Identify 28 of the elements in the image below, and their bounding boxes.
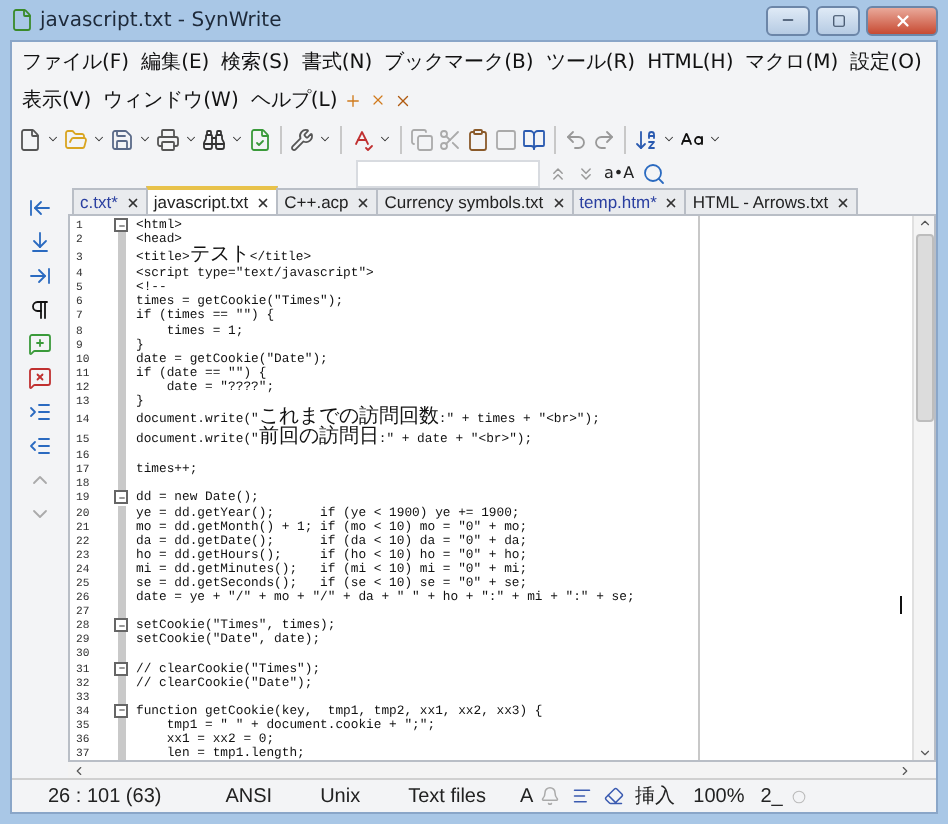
file-tab[interactable]: temp.htm* <box>571 188 687 214</box>
menu-item[interactable]: 書式(N) <box>295 44 379 80</box>
insert-mode-label[interactable]: 挿入 <box>623 782 688 810</box>
zoom-label[interactable]: 100% <box>687 785 751 807</box>
menu-item[interactable]: 検索(S) <box>215 44 296 80</box>
menu-item[interactable]: ツール(R) <box>539 44 642 80</box>
menu-item[interactable]: 表示(V) <box>16 82 98 118</box>
match-case-toggle[interactable]: a•A <box>604 164 635 182</box>
line-ending-label[interactable]: Unix <box>300 785 381 807</box>
cursor-position: 26 : 101 (63) <box>46 785 164 807</box>
menu-item[interactable]: ファイル(F) <box>16 44 136 80</box>
file-tab[interactable]: C++.acp <box>276 188 379 214</box>
file-tab[interactable]: Currency symbols.txt <box>376 188 574 214</box>
menu-item[interactable]: ウィンドウ(W) <box>97 82 245 118</box>
file-type-label[interactable]: Text files <box>380 785 514 807</box>
menu-item[interactable]: マクロ(M) <box>739 44 845 80</box>
font-label[interactable]: A <box>513 785 540 807</box>
window-title: javascript.txt - SynWrite <box>40 9 284 31</box>
menu-item[interactable]: 設定(O) <box>844 44 928 80</box>
file-tab[interactable]: HTML - Arrows.txt <box>684 188 859 214</box>
menu-item[interactable]: ヘルプ(L) <box>244 82 344 118</box>
menu-item[interactable]: 編集(E) <box>135 44 216 80</box>
file-tab[interactable]: c.txt* <box>72 188 148 214</box>
menu-item[interactable]: HTML(H) <box>641 47 740 77</box>
file-tab[interactable]: javascript.txt <box>145 186 279 214</box>
status-field: 2_ <box>750 785 793 807</box>
encoding-label[interactable]: ANSI <box>197 785 301 807</box>
menu-item[interactable]: ブックマーク(B) <box>378 44 540 80</box>
